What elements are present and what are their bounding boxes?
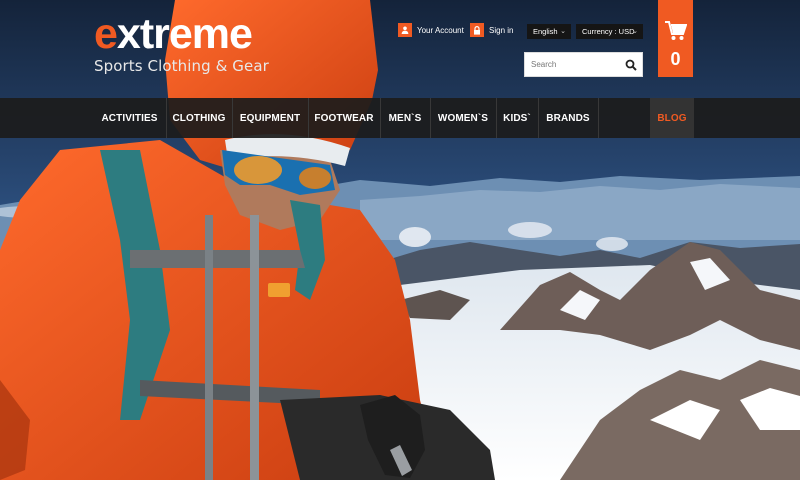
nav-item-womens[interactable]: WOMEN`S	[430, 98, 496, 138]
nav-item-kids[interactable]: KIDS`	[496, 98, 538, 138]
chevron-down-icon: ⌄	[632, 28, 638, 35]
sign-in-link[interactable]: Sign in	[470, 23, 513, 37]
nav-item-blog[interactable]: BLOG	[650, 98, 694, 138]
main-nav: ACTIVITIES CLOTHING EQUIPMENT FOOTWEAR M…	[0, 98, 800, 138]
currency-value: Currency : USD	[582, 27, 635, 36]
cart-count: 0	[670, 49, 681, 69]
logo-wordmark: extreme	[94, 12, 269, 56]
nav-item-activities[interactable]: ACTIVITIES	[93, 98, 166, 138]
search-box	[524, 52, 643, 77]
nav-divider	[598, 98, 599, 138]
lock-icon	[470, 23, 484, 37]
search-input[interactable]	[525, 53, 621, 76]
nav-item-equipment[interactable]: EQUIPMENT	[232, 98, 308, 138]
logo-wordmark-rest: xtreme	[116, 10, 253, 58]
language-select[interactable]: English ⌄	[527, 24, 571, 39]
cart-button[interactable]: 0	[658, 0, 693, 77]
cart-icon	[665, 21, 688, 46]
logo-accent-letter: e	[94, 10, 118, 58]
nav-item-mens[interactable]: MEN`S	[380, 98, 430, 138]
user-icon	[398, 23, 412, 37]
nav-item-brands[interactable]: BRANDS	[538, 98, 598, 138]
your-account-link[interactable]: Your Account	[398, 23, 464, 37]
nav-item-clothing[interactable]: CLOTHING	[166, 98, 232, 138]
site-logo[interactable]: extreme Sports Clothing & Gear	[94, 12, 269, 75]
site-header: extreme Sports Clothing & Gear Your Acco…	[0, 0, 800, 98]
currency-select[interactable]: Currency : USD ⌄	[576, 24, 643, 39]
language-value: English	[533, 27, 558, 36]
sign-in-label: Sign in	[489, 25, 514, 35]
nav-item-footwear[interactable]: FOOTWEAR	[308, 98, 380, 138]
chevron-down-icon: ⌄	[560, 28, 566, 35]
logo-tagline: Sports Clothing & Gear	[94, 57, 269, 75]
search-icon[interactable]	[625, 58, 637, 76]
your-account-label: Your Account	[417, 25, 464, 35]
